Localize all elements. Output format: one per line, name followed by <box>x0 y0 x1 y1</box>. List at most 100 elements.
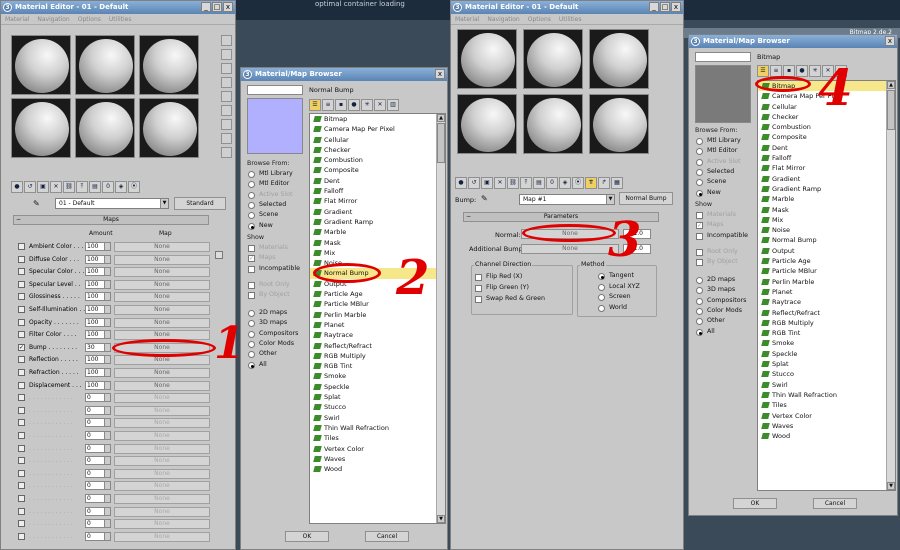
map-slot-button[interactable]: None <box>114 393 210 404</box>
map-slot-button[interactable]: None <box>114 468 210 479</box>
scroll-thumb[interactable] <box>887 90 895 130</box>
map-type-option[interactable]: Color Mods <box>248 339 294 349</box>
map-list-item[interactable]: Planet <box>758 287 895 297</box>
map-type-option[interactable]: All <box>696 327 715 337</box>
chevron-down-icon[interactable]: ▼ <box>606 195 614 204</box>
map-list-item[interactable]: Bitmap <box>310 114 445 124</box>
map-amount-spinner[interactable]: 100 <box>85 254 111 264</box>
menu-item[interactable]: Navigation <box>37 14 69 24</box>
root-only-option[interactable]: Root Only <box>696 247 738 257</box>
root-only-option[interactable]: Root Only <box>248 280 290 290</box>
map-list-item[interactable]: Flat Mirror <box>310 196 445 206</box>
effects-channel-icon[interactable]: 0 <box>546 177 558 189</box>
map-amount-spinner[interactable]: 0 <box>85 418 111 428</box>
map-list-item[interactable]: Marble <box>758 194 895 204</box>
select-by-material-icon[interactable] <box>221 133 232 144</box>
navigator-icon[interactable] <box>221 147 232 158</box>
browse-from-option[interactable]: Active Slot <box>248 190 293 200</box>
browse-from-option[interactable]: Selected <box>248 200 286 210</box>
map-enable-checkbox[interactable] <box>18 507 25 515</box>
sample-slot[interactable] <box>457 29 517 89</box>
map-slot-button[interactable]: None <box>114 317 210 328</box>
map-type-option[interactable]: Other <box>696 316 725 326</box>
map-list-item[interactable]: Particle MBlur <box>758 266 895 276</box>
go-forward-icon[interactable]: ↱ <box>598 177 610 189</box>
close-button[interactable]: x <box>435 69 445 79</box>
map-list-item[interactable]: Stucco <box>310 402 445 412</box>
browse-from-option[interactable]: Mtl Library <box>248 169 293 179</box>
map-list-item[interactable]: Stucco <box>758 369 895 379</box>
map-amount-spinner[interactable]: 30 <box>85 342 111 352</box>
map-amount-spinner[interactable]: 100 <box>85 242 111 251</box>
sample-slot[interactable] <box>457 94 517 154</box>
map-slot-button[interactable]: None <box>114 519 210 530</box>
map-amount-spinner[interactable]: 0 <box>85 393 111 403</box>
method-option[interactable]: Screen <box>598 292 631 302</box>
menu-item[interactable]: Navigation <box>487 14 519 24</box>
close-button[interactable]: x <box>671 2 681 12</box>
ok-button[interactable]: OK <box>733 498 777 509</box>
map-list-item[interactable]: Vertex Color <box>310 444 445 454</box>
pick-material-icon[interactable]: ✎ <box>481 194 488 203</box>
map-list-item[interactable]: Noise <box>758 225 895 235</box>
map-list-item[interactable]: Tiles <box>310 433 445 443</box>
browse-from-option[interactable]: Selected <box>696 167 734 177</box>
map-type-option[interactable]: 2D maps <box>248 308 287 318</box>
map-list-item[interactable]: RGB Multiply <box>758 318 895 328</box>
map-slot-button[interactable]: None <box>114 431 210 441</box>
method-option[interactable]: World <box>598 303 627 313</box>
method-option[interactable]: Local XYZ <box>598 282 640 292</box>
put-to-scene-icon[interactable]: ↺ <box>24 181 36 193</box>
menu-item[interactable]: Material <box>455 14 479 24</box>
map-type-option[interactable]: 3D maps <box>696 285 735 295</box>
map-type-option[interactable]: Compositors <box>248 329 298 339</box>
map-slot-button[interactable]: None <box>114 443 210 454</box>
reset-icon[interactable]: ✕ <box>50 181 62 193</box>
swap-red-green-checkbox[interactable]: Swap Red & Green <box>475 294 545 304</box>
map-list-item[interactable]: Splat <box>310 392 445 402</box>
map-amount-spinner[interactable]: 100 <box>85 368 111 377</box>
map-list-item[interactable]: Gradient <box>310 207 445 217</box>
map-list-item[interactable]: Raytrace <box>310 330 445 340</box>
view-list-icons-icon[interactable]: ≡ <box>322 99 334 111</box>
map-amount-spinner[interactable]: 100 <box>85 380 111 390</box>
show-map-icon[interactable]: ◈ <box>559 177 571 189</box>
map-enable-checkbox[interactable] <box>18 293 25 301</box>
flip-red-checkbox[interactable]: Flip Red (X) <box>475 272 522 282</box>
menu-item[interactable]: Options <box>78 14 101 24</box>
map-enable-checkbox[interactable] <box>18 394 25 402</box>
map-type-option[interactable]: Color Mods <box>696 306 742 316</box>
map-amount-spinner[interactable]: 100 <box>85 317 111 327</box>
map-list-item[interactable]: Flat Mirror <box>758 163 895 173</box>
search-field[interactable] <box>247 85 303 95</box>
map-amount-spinner[interactable]: 0 <box>85 443 111 453</box>
map-enable-checkbox[interactable]: ✓ <box>18 343 25 351</box>
clear-icon[interactable]: ▥ <box>387 99 399 111</box>
show-option[interactable]: Incompatible <box>248 264 300 274</box>
map-list-item[interactable]: Waves <box>758 421 895 431</box>
map-amount-spinner[interactable]: 100 <box>85 279 111 289</box>
map-list-item[interactable]: Speckle <box>758 349 895 359</box>
assign-material-icon[interactable]: ▣ <box>481 177 493 189</box>
map-list-item[interactable]: Falloff <box>758 153 895 163</box>
map-list-item[interactable]: Composite <box>758 132 895 142</box>
map-list-item[interactable]: Speckle <box>310 382 445 392</box>
browse-from-option[interactable]: Scene <box>696 177 726 187</box>
map-list-item[interactable]: Wood <box>758 431 895 441</box>
browse-from-option[interactable]: Active Slot <box>696 157 741 167</box>
map-slot-button[interactable]: None <box>114 405 210 416</box>
map-list-item[interactable]: Smoke <box>310 371 445 381</box>
ok-button[interactable]: OK <box>285 531 329 542</box>
map-slot-button[interactable]: None <box>114 279 210 290</box>
menu-item[interactable]: Options <box>528 14 551 24</box>
map-slot-button[interactable]: None <box>114 292 210 303</box>
cancel-button[interactable]: Cancel <box>365 531 409 542</box>
flip-green-checkbox[interactable]: Flip Green (Y) <box>475 283 529 293</box>
view-list-icon[interactable]: ☰ <box>309 99 321 111</box>
sample-slot[interactable] <box>139 98 199 158</box>
pick-material-icon[interactable]: ✎ <box>33 199 40 208</box>
map-enable-checkbox[interactable] <box>18 532 25 540</box>
map-list-item[interactable]: Smoke <box>758 338 895 348</box>
update-scene-icon[interactable]: ✳ <box>361 99 373 111</box>
map-list-item[interactable]: RGB Tint <box>758 328 895 338</box>
